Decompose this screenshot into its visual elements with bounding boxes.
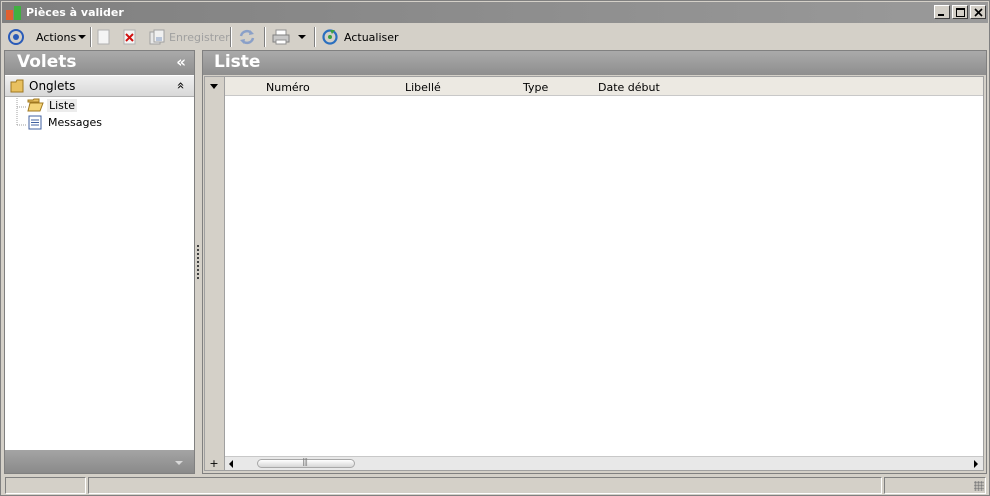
arrow-right-icon [974,459,978,468]
sync-icon [239,29,255,45]
onglets-section-header[interactable]: Onglets » [5,76,194,97]
status-cell-2 [88,477,882,494]
main-window: Pièces à valider Actions Enregistrer Act… [0,0,990,496]
status-cell-3 [884,477,986,494]
column-header-date-debut[interactable]: Date début [598,81,660,94]
dropdown-arrow-icon [298,35,306,39]
column-header-libelle[interactable]: Libellé [405,81,441,94]
minimize-button[interactable] [934,5,950,19]
print-button[interactable] [272,27,290,47]
print-options-dropdown[interactable] [298,27,307,47]
add-row-button[interactable]: + [207,457,221,470]
tree-item-messages[interactable]: Messages [28,115,102,130]
data-grid[interactable]: Numéro Libellé Type Date début + [204,76,984,471]
save-button[interactable]: Enregistrer [149,27,230,47]
actions-menu-button[interactable]: Actions [36,27,87,47]
app-menu-button[interactable] [7,27,25,47]
toolbar-separator [314,27,316,47]
delete-document-icon [123,29,136,45]
open-folder-icon [27,98,44,112]
delete-button[interactable] [123,27,137,47]
window-title: Pièces à valider [26,6,124,19]
sync-button[interactable] [238,27,256,47]
maximize-button[interactable] [952,5,968,19]
liste-title: Liste [214,52,261,72]
liste-header: Liste [203,51,986,75]
toolbar-separator [230,27,232,47]
scroll-right-button[interactable] [970,457,983,470]
maximize-icon [955,7,965,17]
column-header-type[interactable]: Type [523,81,548,94]
save-icon [149,29,165,45]
tree-item-liste[interactable]: Liste [27,98,77,112]
status-cell-1 [5,477,86,494]
grid-row-selector-column [205,77,225,470]
scrollbar-thumb[interactable] [257,457,355,468]
volets-header: Volets « [5,51,194,75]
splitter-grip[interactable] [197,245,199,279]
printer-icon [272,29,290,45]
toolbar: Actions Enregistrer Actualiser [2,24,988,50]
chevron-down-icon[interactable] [175,460,184,466]
minimize-icon [938,14,944,16]
folder-icon [10,79,24,93]
horizontal-scrollbar[interactable] [225,456,983,470]
collapse-panel-button[interactable]: « [176,53,186,71]
refresh-icon [322,29,338,45]
refresh-label: Actualiser [344,30,399,44]
status-bar [2,475,988,495]
panel-splitter[interactable] [196,50,201,474]
toolbar-separator [90,27,92,47]
volets-footer [5,450,194,473]
close-button[interactable] [970,5,986,19]
actions-label: Actions [36,30,77,44]
close-icon [973,7,983,17]
tree-item-label: Liste [47,98,77,112]
volets-panel: Volets « Onglets » Liste Messages [4,50,195,474]
column-chooser-icon[interactable] [210,84,220,90]
grid-header-row: Numéro Libellé Type Date début [225,77,983,96]
refresh-button[interactable]: Actualiser [321,27,399,47]
app-icon [6,6,22,20]
new-button[interactable] [97,27,111,47]
arrow-left-icon [229,459,233,468]
document-icon [28,115,42,130]
toolbar-separator [264,27,266,47]
volets-title: Volets [17,52,77,72]
new-document-icon [97,29,110,45]
target-icon [8,29,24,45]
column-header-numero[interactable]: Numéro [266,81,310,94]
onglets-title: Onglets [29,79,76,93]
title-bar[interactable]: Pièces à valider [2,2,988,23]
scroll-left-button[interactable] [225,457,238,470]
dropdown-arrow-icon [78,35,87,39]
save-label: Enregistrer [169,30,230,44]
resize-grip[interactable] [974,481,984,491]
liste-panel: Liste Numéro Libellé Type Date début + [202,50,987,474]
section-collapse-button[interactable]: » [174,82,189,90]
tree-item-label: Messages [48,116,102,129]
